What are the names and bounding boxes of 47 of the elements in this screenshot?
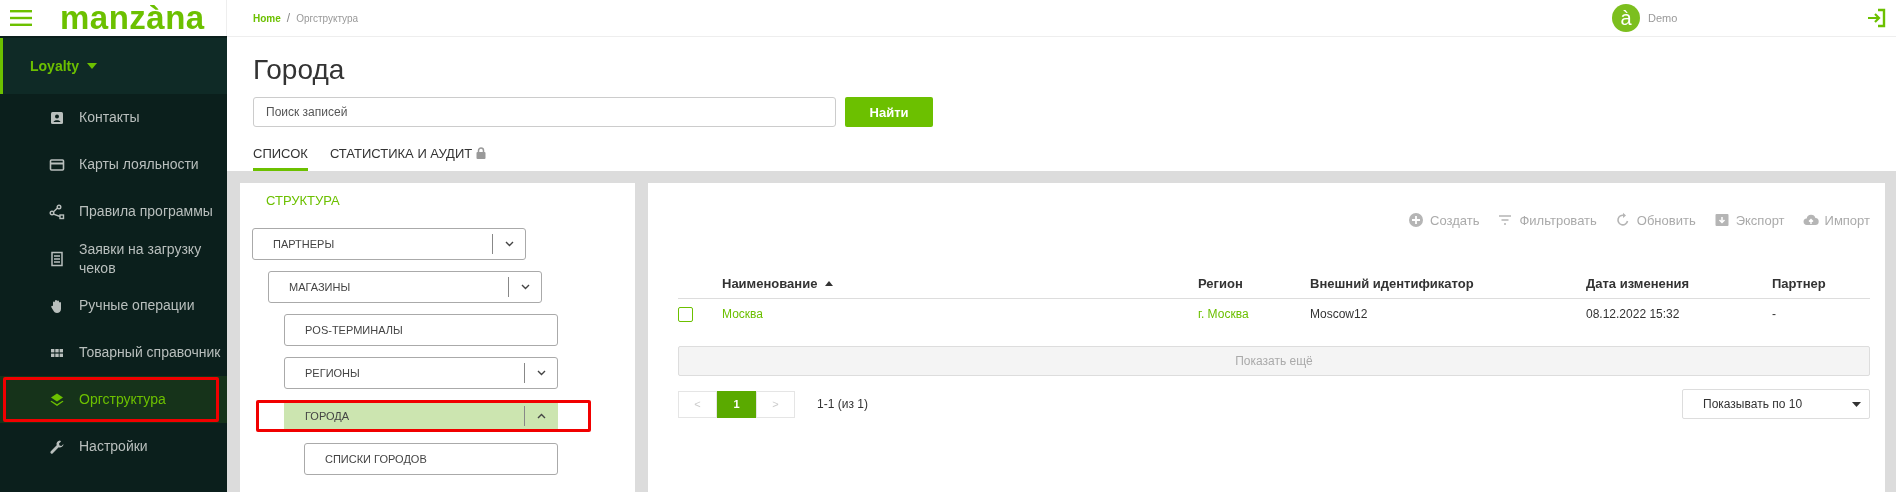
filter-icon: [1497, 212, 1514, 228]
layers-icon: [49, 391, 65, 408]
user-role: Demo: [1648, 12, 1679, 24]
sidebar-item[interactable]: Ручные операции: [0, 282, 227, 329]
menu-icon[interactable]: [10, 10, 32, 26]
column-header[interactable]: Регион: [1198, 275, 1310, 291]
section-label[interactable]: Loyalty: [30, 58, 79, 74]
logout-icon[interactable]: [1866, 8, 1886, 28]
sidebar-item[interactable]: Товарный справочник: [0, 329, 227, 376]
sidebar-item[interactable]: Карты лояльности: [0, 141, 227, 188]
refresh-icon: [1614, 212, 1631, 228]
sidebar-section[interactable]: Loyalty: [0, 38, 227, 94]
cloud-icon: [1802, 212, 1819, 228]
row-checkbox[interactable]: [678, 306, 693, 322]
wrench-icon: [49, 438, 65, 455]
tree-node[interactable]: ПАРТНЕРЫ: [252, 228, 526, 260]
sidebar-item[interactable]: Оргструктура: [0, 376, 227, 423]
sidebar-item[interactable]: Заявки на загрузку чеков: [0, 235, 227, 282]
sidebar-item[interactable]: Контакты: [0, 94, 227, 141]
tree-node[interactable]: МАГАЗИНЫ: [268, 271, 542, 303]
table-cell-text: 08.12.2022 15:32: [1586, 307, 1681, 321]
tab[interactable]: СТАТИСТИКА И АУДИТ: [329, 138, 487, 171]
plus-icon: [1408, 212, 1425, 228]
receipt-icon: [49, 250, 65, 267]
column-header[interactable]: Наименование: [722, 275, 1198, 291]
breadcrumb-separator: /: [286, 11, 291, 25]
sidebar-item[interactable]: Настройки: [0, 423, 227, 470]
sidebar-item[interactable]: Правила программы: [0, 188, 227, 235]
contact-icon: [49, 109, 65, 126]
page-summary: 1-1 (из 1): [817, 397, 868, 411]
column-header[interactable]: Дата изменения: [1586, 275, 1772, 291]
breadcrumb-current: Оргструктура: [296, 12, 359, 24]
card-icon: [49, 156, 65, 173]
table-cell-text: Moscow12: [1310, 307, 1369, 321]
export-icon: [1713, 212, 1730, 228]
table-cell-text: -: [1772, 307, 1777, 321]
page-size-select[interactable]: Показывать по 10: [1682, 389, 1870, 419]
share-icon: [49, 203, 65, 220]
column-header[interactable]: Партнер: [1772, 275, 1870, 291]
tree-node[interactable]: РЕГИОНЫ: [284, 357, 558, 389]
tree-node[interactable]: POS-ТЕРМИНАЛЫ: [284, 314, 558, 346]
page-title: Города: [253, 53, 346, 87]
search-field[interactable]: Поиск записей: [253, 97, 836, 127]
caret-icon: [1852, 401, 1861, 407]
column-header[interactable]: Внешний идентификатор: [1310, 275, 1586, 291]
tree-node[interactable]: СПИСКИ ГОРОДОВ: [304, 443, 558, 475]
panel-title: СТРУКТУРА: [265, 193, 341, 208]
